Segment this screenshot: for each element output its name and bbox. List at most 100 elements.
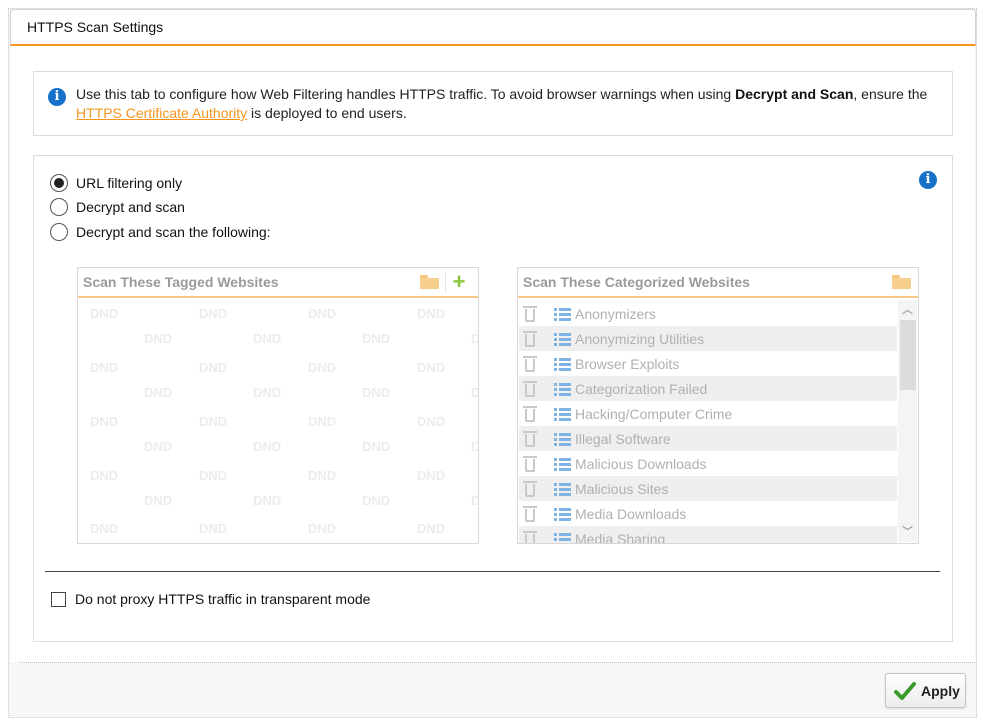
category-list-item[interactable]: Browser Exploits xyxy=(519,351,897,376)
list-icon xyxy=(554,432,571,446)
dnd-watermark: DND xyxy=(417,468,446,483)
dnd-watermark: DND xyxy=(471,331,478,346)
dnd-watermark: DND xyxy=(199,414,228,429)
category-list-item[interactable]: Media Downloads xyxy=(519,501,897,526)
trash-icon[interactable] xyxy=(523,480,537,497)
radio-url-filtering-only[interactable]: URL filtering only xyxy=(50,173,182,193)
tagged-websites-panel: Scan These Tagged Websites + DND DND DND DN… xyxy=(77,267,479,544)
list-icon xyxy=(554,407,571,421)
category-label: Illegal Software xyxy=(575,430,671,447)
panel-header: Scan These Categorized Websites xyxy=(518,268,918,298)
info-text-mid: , ensure the xyxy=(853,86,928,102)
list-icon xyxy=(554,457,571,471)
category-list-item[interactable]: Malicious Downloads xyxy=(519,451,897,476)
category-label: Browser Exploits xyxy=(575,355,680,372)
scroll-down-icon[interactable]: ﹀ xyxy=(898,524,917,540)
dnd-watermark: DND xyxy=(308,360,337,375)
category-label: Categorization Failed xyxy=(575,380,708,397)
dnd-watermark: DND xyxy=(144,385,173,400)
drop-zone[interactable]: DND DND DND DND DND DND DND DND DND DND DND DND DND D… xyxy=(78,300,478,543)
trash-icon[interactable] xyxy=(523,380,537,397)
category-label: Media Sharing xyxy=(575,530,666,544)
radio-label: URL filtering only xyxy=(76,175,183,191)
dnd-watermark: DND xyxy=(471,385,478,400)
checkbox-label: Do not proxy HTTPS traffic in transparen… xyxy=(75,591,371,607)
dnd-watermark: DND xyxy=(144,331,173,346)
transparent-mode-option[interactable]: Do not proxy HTTPS traffic in transparen… xyxy=(51,590,370,608)
dnd-watermark: DND xyxy=(362,385,391,400)
info-text-after: is deployed to end users. xyxy=(247,105,407,121)
dnd-watermark: DND xyxy=(417,306,446,321)
trash-icon[interactable] xyxy=(523,430,537,447)
info-text-bold: Decrypt and Scan xyxy=(735,86,854,102)
trash-icon[interactable] xyxy=(523,405,537,422)
radio-decrypt-and-scan-following[interactable]: Decrypt and scan the following: xyxy=(50,222,271,242)
trash-icon[interactable] xyxy=(523,455,537,472)
category-list-item[interactable]: Anonymizing Utilities xyxy=(519,326,897,351)
list-icon xyxy=(554,357,571,371)
dnd-watermark: DND xyxy=(199,521,228,536)
category-label: Malicious Downloads xyxy=(575,455,707,472)
dnd-watermark: DND xyxy=(253,439,282,454)
panel-title: Scan These Categorized Websites xyxy=(523,274,750,290)
scroll-thumb[interactable] xyxy=(900,320,916,390)
radio-decrypt-and-scan[interactable]: Decrypt and scan xyxy=(50,197,185,217)
plus-icon[interactable]: + xyxy=(451,271,467,293)
category-list-item[interactable]: Illegal Software xyxy=(519,426,897,451)
category-list-item[interactable]: Categorization Failed xyxy=(519,376,897,401)
title-bar: HTTPS Scan Settings xyxy=(10,9,976,46)
info-icon: i xyxy=(48,88,66,106)
category-list-item[interactable]: Hacking/Computer Crime xyxy=(519,401,897,426)
dnd-watermark: DND xyxy=(253,385,282,400)
dnd-watermark: DND xyxy=(90,521,119,536)
list-icon xyxy=(554,307,571,321)
dnd-watermark: DND xyxy=(90,468,119,483)
list-icon xyxy=(554,482,571,496)
list-icon xyxy=(554,382,571,396)
panel-title: Scan These Tagged Websites xyxy=(83,274,279,290)
dnd-watermark: DND xyxy=(308,521,337,536)
scrollbar[interactable]: ︿ ﹀ xyxy=(898,300,917,542)
help-info-icon[interactable]: i xyxy=(919,171,937,189)
category-list-item[interactable]: Anonymizers xyxy=(519,301,897,326)
radio-button[interactable] xyxy=(50,198,68,216)
dnd-watermark: DND xyxy=(144,493,173,508)
list-icon xyxy=(554,507,571,521)
scroll-up-icon[interactable]: ︿ xyxy=(898,302,917,318)
transparent-mode-checkbox[interactable] xyxy=(51,591,66,607)
footer-divider xyxy=(20,662,975,663)
dnd-watermark: DND xyxy=(199,468,228,483)
category-list-item[interactable]: Malicious Sites xyxy=(519,476,897,501)
dnd-watermark: DND xyxy=(308,468,337,483)
trash-icon[interactable] xyxy=(523,530,537,543)
trash-icon[interactable] xyxy=(523,305,537,322)
radio-button[interactable] xyxy=(50,174,68,192)
category-label: Anonymizers xyxy=(575,305,656,322)
category-label: Media Downloads xyxy=(575,505,687,522)
radio-button[interactable] xyxy=(50,223,68,241)
page-title: HTTPS Scan Settings xyxy=(27,19,164,35)
folder-icon[interactable] xyxy=(420,275,439,289)
category-list-item[interactable]: Media Sharing xyxy=(519,526,897,543)
radio-label: Decrypt and scan the following: xyxy=(76,224,271,240)
info-message-box: i Use this tab to configure how Web Filt… xyxy=(33,71,953,136)
dnd-watermark: DND xyxy=(362,331,391,346)
trash-icon[interactable] xyxy=(523,330,537,347)
dnd-watermark: DND xyxy=(471,439,478,454)
dnd-watermark: DND xyxy=(90,306,119,321)
dnd-watermark: DND xyxy=(253,331,282,346)
https-certificate-authority-link[interactable]: HTTPS Certificate Authority xyxy=(76,105,247,121)
dnd-watermark: DND xyxy=(417,521,446,536)
dnd-watermark: DND xyxy=(90,414,119,429)
trash-icon[interactable] xyxy=(523,355,537,372)
panel-header: Scan These Tagged Websites + xyxy=(78,268,478,298)
apply-button[interactable]: Apply xyxy=(885,673,966,708)
trash-icon[interactable] xyxy=(523,505,537,522)
list-icon xyxy=(554,532,571,543)
dnd-watermark: DND xyxy=(144,439,173,454)
dnd-watermark: DND xyxy=(362,493,391,508)
category-label: Hacking/Computer Crime xyxy=(575,405,733,422)
info-message: Use this tab to configure how Web Filter… xyxy=(76,85,946,123)
dnd-watermark: DND xyxy=(90,360,119,375)
folder-icon[interactable] xyxy=(892,275,911,289)
